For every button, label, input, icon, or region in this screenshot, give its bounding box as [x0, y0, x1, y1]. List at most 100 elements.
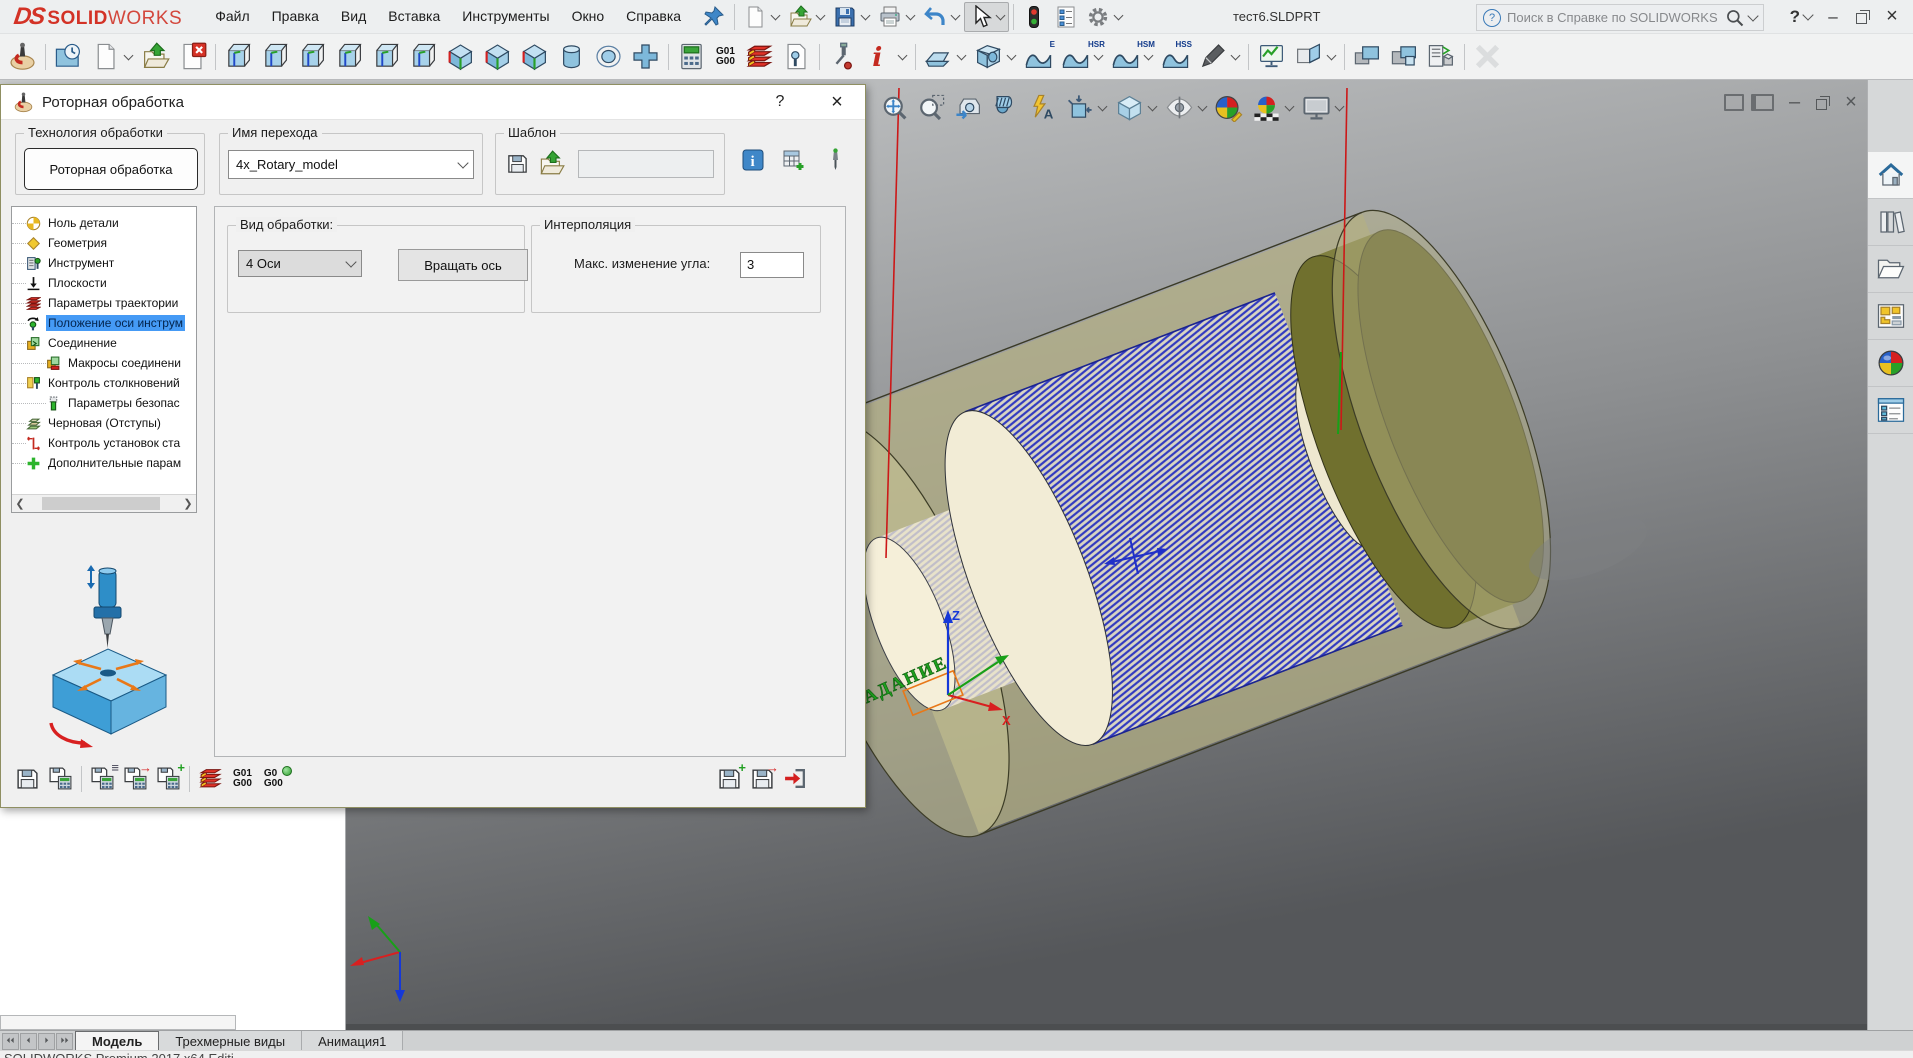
- save-calculate[interactable]: [44, 763, 77, 794]
- dropdown-arrow-icon[interactable]: [1097, 101, 1108, 112]
- taskpane-file-explorer[interactable]: [1868, 246, 1913, 293]
- tool-preview[interactable]: [819, 145, 851, 175]
- exit[interactable]: [779, 763, 812, 794]
- pane-icon-2[interactable]: [1751, 93, 1774, 111]
- coordsys-2[interactable]: [257, 39, 294, 74]
- doc-restore-button[interactable]: [1816, 95, 1831, 110]
- section-view[interactable]: [987, 90, 1024, 125]
- taskpane-design-library[interactable]: [1868, 199, 1913, 246]
- rotary-machining-button[interactable]: Роторная обработка: [24, 148, 198, 190]
- display-style[interactable]: [1111, 90, 1161, 125]
- calculate[interactable]: [673, 39, 710, 74]
- dropdown-arrow-icon[interactable]: [860, 10, 871, 21]
- doc-close-button[interactable]: ×: [1845, 92, 1857, 112]
- apply-scene[interactable]: [1248, 90, 1298, 125]
- hsr[interactable]: HSR: [1057, 39, 1107, 74]
- zoom-fit[interactable]: [876, 90, 913, 125]
- machining-type-combo[interactable]: 4 Оси: [238, 250, 362, 277]
- hide-show-items[interactable]: [1161, 90, 1211, 125]
- view-orientation[interactable]: [1061, 90, 1111, 125]
- dropdown-arrow-icon[interactable]: [1326, 50, 1337, 61]
- op-3d[interactable]: [970, 39, 1020, 74]
- taskpane-custom-properties[interactable]: [1868, 387, 1913, 434]
- close-cam-part[interactable]: [174, 39, 211, 74]
- tab-nav-3[interactable]: ⏵⏵: [56, 1032, 73, 1050]
- gcode-g01[interactable]: G01 G00: [227, 766, 258, 792]
- op-2-5d[interactable]: [920, 39, 970, 74]
- dropdown-arrow-icon[interactable]: [123, 50, 134, 61]
- add-operation[interactable]: [627, 39, 664, 74]
- save-and-add[interactable]: +: [713, 761, 746, 794]
- combo-chevron-icon[interactable]: [345, 256, 357, 268]
- coordsys-3[interactable]: [294, 39, 331, 74]
- coordsys-6[interactable]: [405, 39, 442, 74]
- window-tile[interactable]: [1386, 39, 1423, 74]
- tab-трехмерные виды[interactable]: Трехмерные виды: [159, 1031, 303, 1051]
- window-list[interactable]: [1423, 39, 1460, 74]
- dropdown-arrow-icon[interactable]: [770, 10, 781, 21]
- template-open-icon[interactable]: [538, 150, 565, 177]
- stock-model[interactable]: [553, 39, 590, 74]
- template-info[interactable]: [737, 145, 769, 175]
- dropdown-arrow-icon[interactable]: [1006, 50, 1017, 61]
- gcode-generate[interactable]: G01 G00: [710, 44, 741, 70]
- dialog-close-button[interactable]: ×: [817, 85, 857, 119]
- rotate-axis-button[interactable]: Вращать ось: [398, 249, 528, 281]
- close-button[interactable]: ×: [1877, 0, 1907, 33]
- menu-окно[interactable]: Окно: [561, 0, 616, 33]
- gcode-g0-sim[interactable]: G0 G00: [258, 765, 292, 792]
- zoom-area[interactable]: [913, 90, 950, 125]
- target-model[interactable]: [590, 39, 627, 74]
- tree-safety-params[interactable]: Параметры безопас: [12, 393, 196, 413]
- template-field[interactable]: [578, 150, 714, 178]
- hss[interactable]: HSS: [1157, 39, 1194, 74]
- toolpath-stack[interactable]: [741, 39, 778, 74]
- help-dropdown-icon[interactable]: [1802, 9, 1814, 21]
- save-and-exit[interactable]: →: [746, 761, 779, 794]
- tree-tool-axis-position[interactable]: Положение оси инструм: [12, 313, 196, 333]
- open-cam-part[interactable]: [137, 39, 174, 74]
- tree-roughing[interactable]: Черновая (Отступы): [12, 413, 196, 433]
- edit-appearance[interactable]: [1211, 90, 1248, 125]
- taskpane-home[interactable]: [1868, 152, 1913, 199]
- coordsys-5[interactable]: [368, 39, 405, 74]
- minimize-button[interactable]: –: [1818, 0, 1848, 33]
- scroll-left-icon[interactable]: ❮: [12, 497, 28, 510]
- save-calc-gcode[interactable]: ≡: [86, 761, 119, 794]
- dropdown-arrow-icon[interactable]: [1147, 101, 1158, 112]
- tree-scrollbar[interactable]: ❮ ❯: [12, 494, 196, 512]
- annotation-views[interactable]: [1024, 90, 1061, 125]
- taskpane-view-palette[interactable]: [1868, 293, 1913, 340]
- dropdown-arrow-icon[interactable]: [1143, 50, 1154, 61]
- tab-анимация1[interactable]: Анимация1: [302, 1031, 404, 1051]
- coordsys-4[interactable]: [331, 39, 368, 74]
- tree-link-macros[interactable]: Макросы соединени: [12, 353, 196, 373]
- tree-tool[interactable]: Инструмент: [12, 253, 196, 273]
- dialog-title-bar[interactable]: Роторная обработка: [1, 85, 865, 120]
- info[interactable]: [861, 39, 911, 74]
- pane-icon-1[interactable]: [1724, 93, 1744, 111]
- help-button[interactable]: ?: [1790, 7, 1800, 27]
- print[interactable]: [874, 2, 919, 32]
- job-name-combo[interactable]: 4x_Rotary_model: [228, 150, 474, 179]
- restore-button[interactable]: [1856, 10, 1870, 24]
- taskpane-appearances-scenes[interactable]: [1868, 340, 1913, 387]
- menu-вид[interactable]: Вид: [330, 0, 377, 33]
- new-document[interactable]: [739, 2, 784, 32]
- solid-model-1[interactable]: [442, 39, 479, 74]
- solid-model-3[interactable]: [516, 39, 553, 74]
- recent-cam-parts[interactable]: [50, 39, 87, 74]
- hsm[interactable]: HSM: [1107, 39, 1157, 74]
- help-search-box[interactable]: ? Поиск в Справке по SOLIDWORKS: [1476, 4, 1764, 31]
- menu-справка[interactable]: Справка: [615, 0, 692, 33]
- tree-geometry[interactable]: Геометрия: [12, 233, 196, 253]
- search-dropdown-icon[interactable]: [1747, 10, 1759, 22]
- rebuild-lights[interactable]: [1018, 2, 1050, 32]
- dropdown-arrow-icon[interactable]: [815, 10, 826, 21]
- gcode-document[interactable]: [778, 39, 815, 74]
- tool-table[interactable]: [824, 39, 861, 74]
- scrollbar-thumb[interactable]: [42, 497, 160, 510]
- open-document[interactable]: [784, 2, 829, 32]
- dropdown-arrow-icon[interactable]: [1230, 50, 1241, 61]
- solidcam-home[interactable]: [4, 39, 41, 74]
